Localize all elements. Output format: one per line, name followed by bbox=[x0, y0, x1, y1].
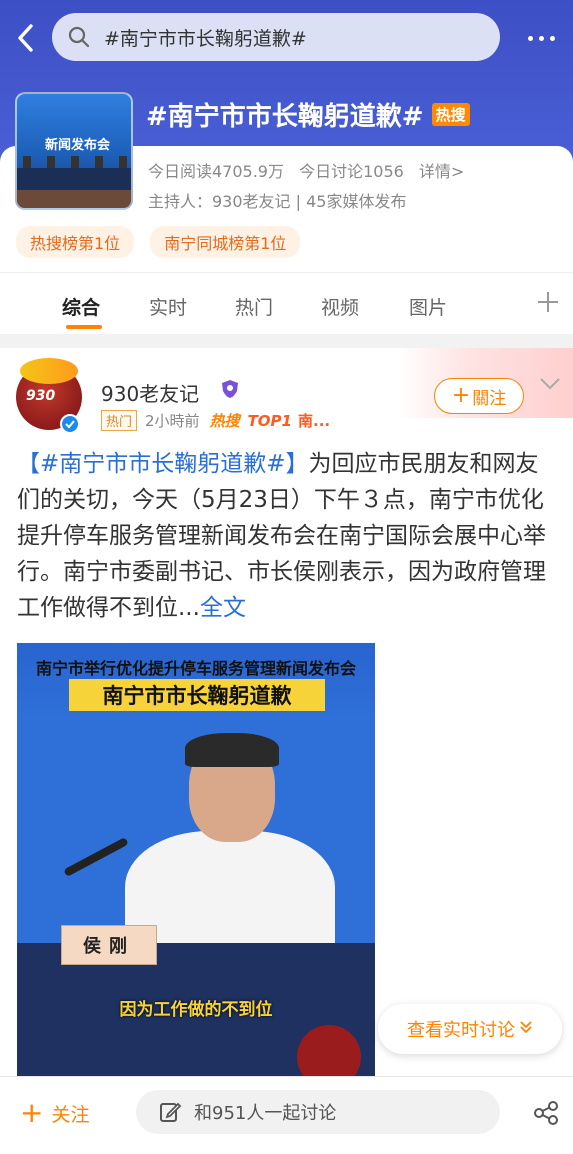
view-realtime-discussion-button[interactable]: 查看实时讨论 bbox=[378, 1004, 562, 1054]
stats-discuss: 今日讨论1056 bbox=[299, 162, 404, 181]
discuss-input[interactable]: 和951人一起讨论 bbox=[136, 1090, 500, 1134]
more-icon[interactable] bbox=[520, 25, 562, 51]
nameplate: 侯刚 bbox=[61, 925, 157, 965]
post-text[interactable]: 【#南宁市市长鞠躬道歉#】为回应市民朋友和网友们的关切，今天（5月23日）下午３… bbox=[17, 446, 557, 626]
bottom-follow-label: 关注 bbox=[51, 1103, 90, 1126]
chevron-down-icon[interactable] bbox=[539, 376, 561, 392]
double-chevron-icon bbox=[519, 1019, 533, 1039]
avatar-text: 930 bbox=[26, 388, 56, 404]
badge-shield-icon bbox=[222, 380, 238, 398]
post-meta: 热门 2小時前 热搜 TOP1 南... bbox=[101, 410, 330, 431]
tab-comprehensive[interactable]: 综合 bbox=[62, 293, 100, 320]
microphone-icon bbox=[63, 837, 129, 877]
post-hashtag[interactable]: 【#南宁市市长鞠躬道歉#】 bbox=[17, 451, 309, 477]
rank-tag-hot[interactable]: 热搜榜第1位 bbox=[16, 226, 135, 258]
follow-button[interactable]: + 關注 bbox=[434, 378, 524, 414]
bottom-follow-button[interactable]: + 关注 bbox=[20, 1099, 89, 1127]
plus-icon: + bbox=[20, 1096, 44, 1129]
thumbnail-text: 新闻发布会 bbox=[45, 138, 111, 153]
topic-title: #南宁市市长鞠躬道歉# 热搜 bbox=[146, 96, 470, 133]
meta-trunc: 南... bbox=[298, 412, 331, 430]
search-icon bbox=[66, 24, 92, 50]
author-name[interactable]: 930老友记 bbox=[101, 378, 199, 407]
rank-tag-city[interactable]: 南宁同城榜第1位 bbox=[150, 226, 301, 258]
meta-top: TOP1 bbox=[247, 411, 292, 430]
topic-stats: 今日阅读4705.9万 今日讨论1056 详情> bbox=[148, 158, 474, 182]
topic-thumbnail[interactable]: 新闻发布会 bbox=[15, 92, 133, 210]
video-caption: 因为工作做的不到位 bbox=[119, 1000, 273, 1020]
read-more-link[interactable]: 全文 bbox=[200, 595, 246, 621]
meta-hot-tag: 热门 bbox=[101, 410, 138, 431]
tab-images[interactable]: 图片 bbox=[409, 293, 447, 320]
discuss-placeholder: 和951人一起讨论 bbox=[194, 1103, 337, 1124]
search-input[interactable]: #南宁市市长鞠躬道歉# bbox=[52, 13, 500, 61]
realtime-label: 查看实时讨论 bbox=[407, 1020, 515, 1041]
verified-icon bbox=[60, 414, 80, 434]
post-video[interactable]: 南宁市举行优化提升停车服务管理新闻发布会 南宁市市长鞠躬道歉 侯刚 因为工作做的… bbox=[17, 643, 375, 1078]
plus-icon: + bbox=[451, 383, 471, 408]
search-query: #南宁市市长鞠躬道歉# bbox=[104, 27, 307, 50]
topic-title-text: #南宁市市长鞠躬道歉# bbox=[146, 102, 424, 132]
tab-popular[interactable]: 热门 bbox=[235, 293, 273, 320]
post-card: 930 930老友记 热门 2小時前 热搜 TOP1 南... + 關注 【#南… bbox=[0, 348, 573, 1078]
stats-read: 今日阅读4705.9万 bbox=[148, 162, 284, 181]
active-tab-indicator bbox=[66, 325, 102, 329]
tab-video[interactable]: 视频 bbox=[321, 293, 359, 320]
bottom-bar: + 关注 和951人一起讨论 bbox=[0, 1076, 573, 1154]
add-tab-icon[interactable] bbox=[536, 290, 560, 314]
hot-badge: 热搜 bbox=[431, 103, 470, 126]
edit-icon bbox=[160, 1102, 182, 1122]
back-button[interactable] bbox=[8, 18, 42, 58]
details-link[interactable]: 详情> bbox=[419, 162, 464, 181]
meta-resou: 热搜 bbox=[209, 412, 240, 430]
share-icon[interactable] bbox=[532, 1099, 560, 1127]
follow-label: 關注 bbox=[472, 388, 507, 409]
rank-tags: 热搜榜第1位 南宁同城榜第1位 bbox=[16, 226, 301, 258]
host-line: 主持人：930老友记 | 45家媒体发布 bbox=[148, 192, 407, 211]
video-title: 南宁市市长鞠躬道歉 bbox=[69, 679, 325, 711]
tab-realtime[interactable]: 实时 bbox=[149, 293, 187, 320]
post-time: 2小時前 bbox=[145, 412, 200, 430]
video-subtitle: 南宁市举行优化提升停车服务管理新闻发布会 bbox=[35, 659, 356, 678]
back-arrow-icon bbox=[18, 24, 33, 52]
